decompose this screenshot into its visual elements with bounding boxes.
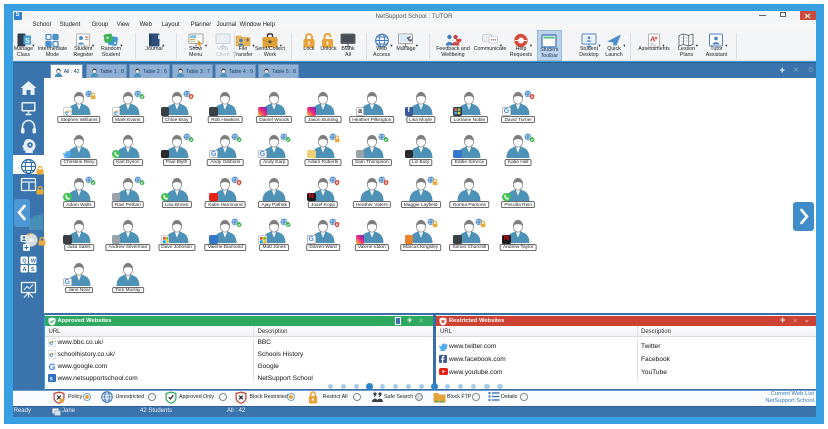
svg-text:S: S [25,38,30,45]
svg-text:A: A [650,35,656,44]
svg-text:S: S [31,267,35,273]
svg-text:Q: Q [22,258,27,264]
svg-text:W: W [31,258,37,264]
svg-text:A: A [23,267,27,273]
svg-text:G: G [48,362,55,371]
